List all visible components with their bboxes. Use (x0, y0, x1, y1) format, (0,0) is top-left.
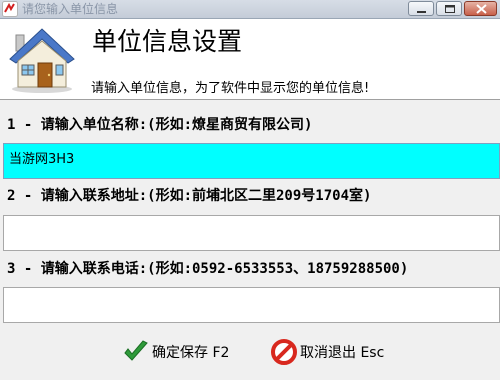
app-logo-icon (2, 1, 18, 17)
page-title: 单位信息设置 (92, 27, 243, 56)
close-icon (476, 4, 487, 14)
checkmark-icon (124, 340, 148, 361)
address-input[interactable] (3, 215, 500, 251)
company-name-input[interactable]: 当游网3H3 (3, 143, 500, 179)
window-title: 请您输入单位信息 (22, 2, 119, 16)
maximize-icon (445, 5, 455, 13)
company-name-label: 1 - 请输入单位名称:(形如:燎星商贸有限公司) (7, 117, 313, 133)
cancel-icon (271, 339, 297, 365)
house-icon (9, 28, 75, 93)
page-subtitle: 请输入单位信息，为了软件中显示您的单位信息! (91, 81, 370, 96)
phone-input[interactable] (3, 287, 500, 323)
cancel-exit-button[interactable]: 取消退出 Esc (270, 336, 384, 368)
confirm-save-button[interactable]: 确定保存 F2 (122, 336, 229, 368)
maximize-button[interactable] (436, 1, 462, 16)
phone-label: 3 - 请输入联系电话:(形如:0592-6533553、18759288500… (7, 261, 409, 277)
header-panel: 单位信息设置 请输入单位信息，为了软件中显示您的单位信息! (0, 19, 500, 100)
minimize-icon (417, 11, 426, 13)
minimize-button[interactable] (408, 1, 434, 16)
title-bar: 请您输入单位信息 (0, 0, 500, 19)
close-button[interactable] (464, 1, 497, 16)
cancel-exit-label: 取消退出 Esc (300, 345, 385, 361)
address-label: 2 - 请输入联系地址:(形如:前埔北区二里209号1704室) (7, 188, 372, 204)
confirm-save-label: 确定保存 F2 (152, 345, 230, 361)
